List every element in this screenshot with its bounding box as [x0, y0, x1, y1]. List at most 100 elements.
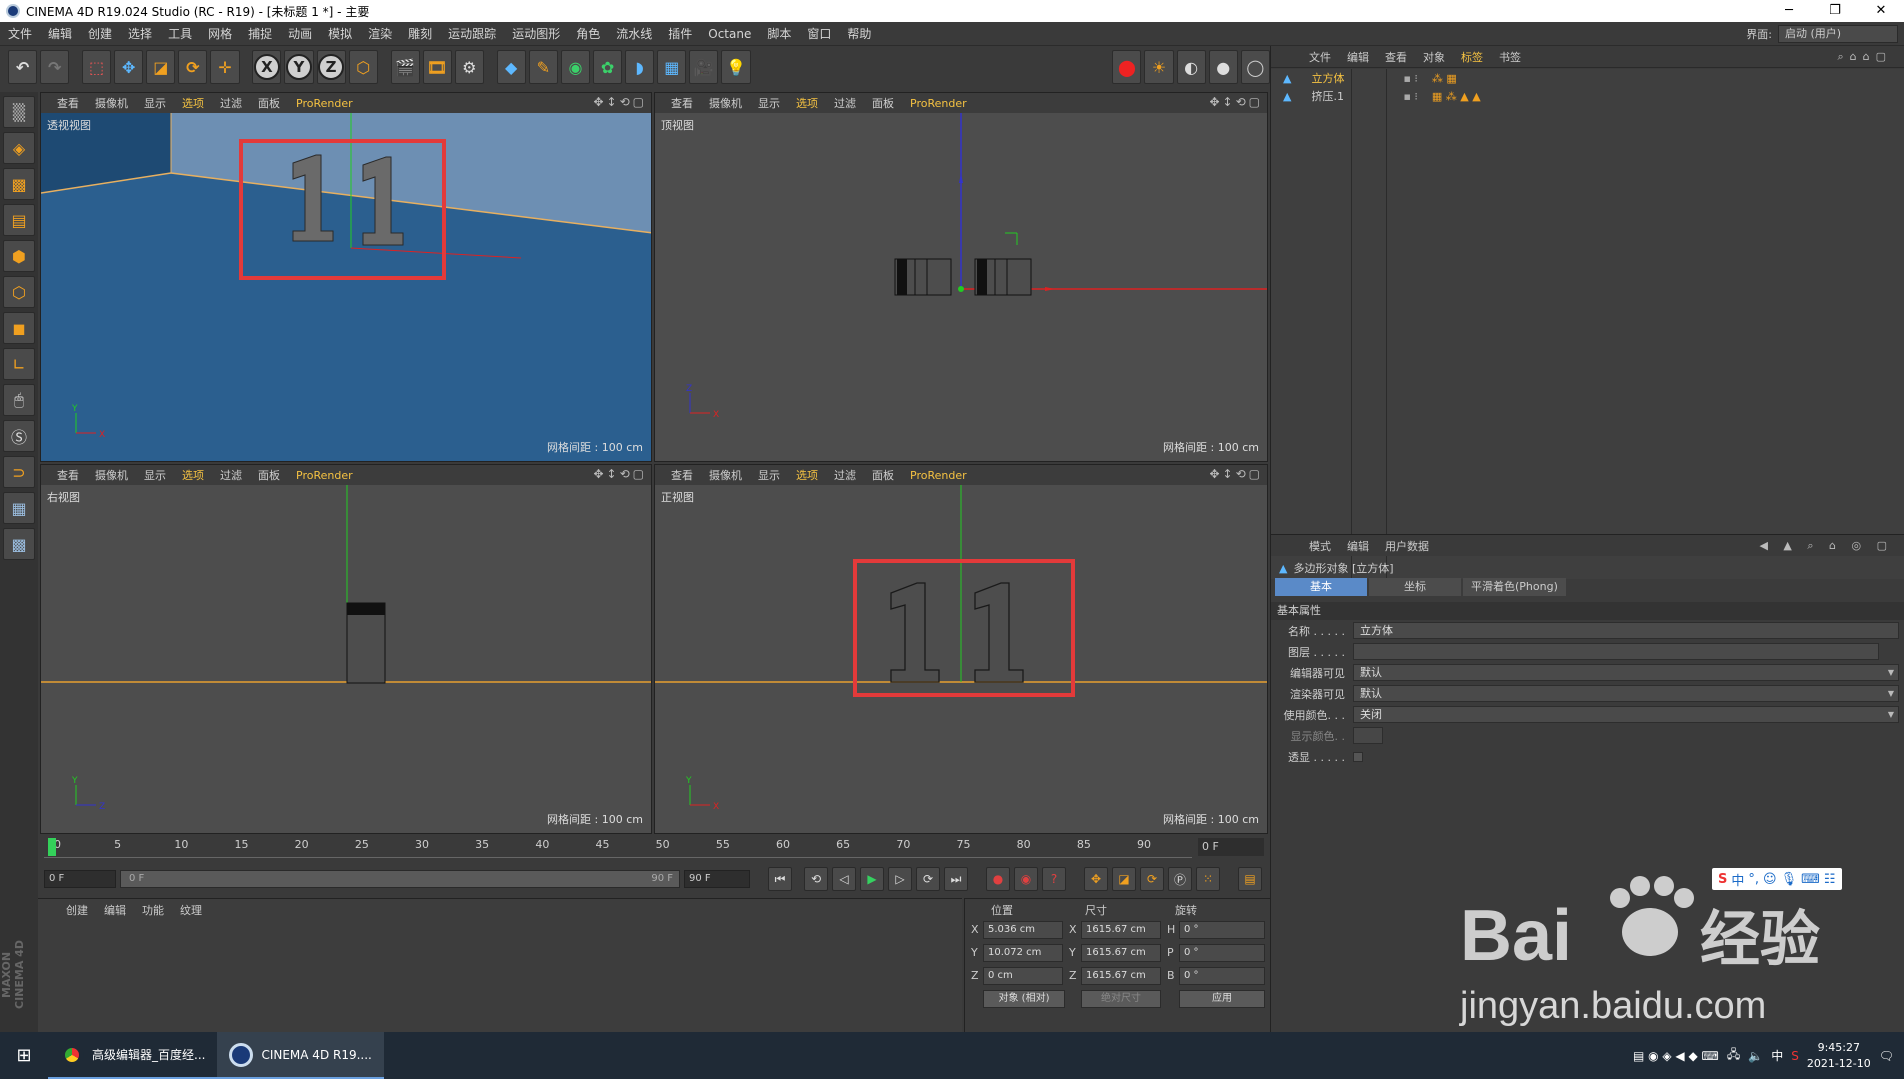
prev-key-icon[interactable]: ⟲: [804, 867, 828, 891]
frame-range-slider[interactable]: 0 F 90 F: [120, 870, 680, 888]
light-icon[interactable]: 💡: [721, 50, 751, 84]
tag-icon[interactable]: ⁂ ▦: [1432, 72, 1457, 85]
keyframe-selection-icon[interactable]: ?: [1042, 867, 1066, 891]
vp-menu-display[interactable]: 显示: [136, 95, 174, 111]
goto-end-icon[interactable]: ⏭: [944, 867, 968, 891]
vp-menu-filter[interactable]: 过滤: [212, 467, 250, 483]
render-picture-viewer-icon[interactable]: 🎞: [422, 50, 452, 84]
tag-icon[interactable]: ▦ ⁂ ▲ ▲: [1432, 90, 1481, 103]
vp-menu-options[interactable]: 选项: [174, 467, 212, 483]
cube-primitive-icon[interactable]: ◆: [496, 50, 526, 84]
viewport-top[interactable]: 查看 摄像机 显示 选项 过滤 面板 ProRender ✥↕⟲▢ Z X 顶视…: [654, 92, 1268, 462]
om-search-icon[interactable]: ⌕⌂⌂▢: [1837, 50, 1892, 64]
rot-b-field[interactable]: 0 °: [1179, 967, 1265, 985]
vp-menu-panel[interactable]: 面板: [864, 467, 902, 483]
volume-icon[interactable]: 🔈: [1748, 1049, 1763, 1063]
menu-octane[interactable]: Octane: [700, 27, 759, 41]
model-mode-icon[interactable]: ◈: [3, 132, 35, 164]
coordinate-system-icon[interactable]: ⬡: [348, 50, 378, 84]
layer-field[interactable]: [1353, 643, 1879, 660]
menu-mograph[interactable]: 运动图形: [504, 25, 568, 42]
menu-file[interactable]: 文件: [0, 25, 40, 42]
texture-mode-icon[interactable]: ▩: [3, 168, 35, 200]
visibility-dots-icon[interactable]: ▪ ⁝: [1403, 90, 1417, 103]
z-axis-lock-button[interactable]: Z: [316, 50, 346, 84]
key-scale-icon[interactable]: ◪: [1112, 867, 1136, 891]
record-keys-icon[interactable]: ●: [986, 867, 1010, 891]
use-color-select[interactable]: 关闭: [1353, 706, 1899, 723]
vp-menu-panel[interactable]: 面板: [864, 95, 902, 111]
vp-menu-prorender[interactable]: ProRender: [902, 469, 975, 482]
vp-menu-panel[interactable]: 面板: [250, 95, 288, 111]
ime-punct-icon[interactable]: °,: [1748, 872, 1759, 887]
menu-tools[interactable]: 工具: [160, 25, 200, 42]
viewport-nav-icons[interactable]: ✥↕⟲▢: [593, 95, 647, 109]
vp-menu-view[interactable]: 查看: [49, 95, 87, 111]
make-editable-icon[interactable]: ▒: [3, 96, 35, 128]
vp-menu-filter[interactable]: 过滤: [212, 95, 250, 111]
undo-icon[interactable]: ↶: [8, 50, 38, 84]
om-menu-file[interactable]: 文件: [1301, 49, 1339, 65]
vp-menu-options[interactable]: 选项: [788, 467, 826, 483]
vp-menu-display[interactable]: 显示: [136, 467, 174, 483]
visibility-dots-icon[interactable]: ▪ ⁝: [1403, 72, 1417, 85]
apply-button[interactable]: 应用: [1179, 990, 1265, 1008]
menu-render[interactable]: 渲染: [360, 25, 400, 42]
workplane-mode-icon[interactable]: ▤: [3, 204, 35, 236]
ime-mic-icon[interactable]: 🎙: [1781, 872, 1798, 887]
menu-plugins[interactable]: 插件: [660, 25, 700, 42]
tab-phong[interactable]: 平滑着色(Phong): [1463, 578, 1566, 596]
subdivision-surface-icon[interactable]: ◉: [560, 50, 590, 84]
ime-emoji-icon[interactable]: ☺: [1763, 872, 1777, 887]
transform-icon[interactable]: ✛: [210, 50, 240, 84]
y-axis-lock-button[interactable]: Y: [284, 50, 314, 84]
points-mode-icon[interactable]: ⬢: [3, 240, 35, 272]
attr-menu-userdata[interactable]: 用户数据: [1377, 538, 1437, 554]
ime-toolbar[interactable]: S 中 °, ☺ 🎙 ⌨ ☷: [1712, 868, 1842, 890]
menu-character[interactable]: 角色: [568, 25, 608, 42]
object-row-extrude[interactable]: ▲ 挤压.1 ▪ ⁝ ▦ ⁂ ▲ ▲: [1271, 87, 1904, 105]
menu-animate[interactable]: 动画: [280, 25, 320, 42]
editor-visible-select[interactable]: 默认: [1353, 664, 1899, 681]
rotate-icon[interactable]: ⟳: [178, 50, 208, 84]
next-key-icon[interactable]: ⟳: [916, 867, 940, 891]
tab-coord[interactable]: 坐标: [1369, 578, 1461, 596]
menu-help[interactable]: 帮助: [839, 25, 879, 42]
viewport-right[interactable]: 查看 摄像机 显示 选项 过滤 面板 ProRender ✥↕⟲▢ Y Z 右视…: [40, 464, 652, 834]
octane-hdri-icon[interactable]: ◯: [1240, 50, 1270, 84]
key-pla-icon[interactable]: ⁙: [1196, 867, 1220, 891]
pen-spline-icon[interactable]: ✎: [528, 50, 558, 84]
rot-h-field[interactable]: 0 °: [1179, 921, 1265, 939]
restore-button[interactable]: ❐: [1812, 0, 1858, 22]
object-row-cube[interactable]: ▲ 立方体 ▪ ⁝ ⁂ ▦: [1271, 69, 1904, 87]
camera-icon[interactable]: 🎥: [689, 50, 719, 84]
locked-workplane-icon[interactable]: ▩: [3, 528, 35, 560]
taskbar-cinema4d[interactable]: CINEMA 4D R19....: [217, 1032, 384, 1079]
menu-script[interactable]: 脚本: [759, 25, 799, 42]
vp-menu-cameras[interactable]: 摄像机: [87, 95, 136, 111]
timeline-settings-icon[interactable]: ▤: [1238, 867, 1262, 891]
viewport-front[interactable]: 查看 摄像机 显示 选项 过滤 面板 ProRender ✥↕⟲▢ Y X 正视…: [654, 464, 1268, 834]
display-color-swatch[interactable]: [1353, 727, 1383, 744]
notification-icon[interactable]: 🗨: [1879, 1049, 1894, 1063]
vp-menu-prorender[interactable]: ProRender: [288, 97, 361, 110]
render-settings-icon[interactable]: ⚙: [454, 50, 484, 84]
tray-ime-language[interactable]: 中: [1771, 1047, 1783, 1064]
name-field[interactable]: 立方体: [1353, 622, 1899, 639]
render-view-icon[interactable]: 🎬: [390, 50, 420, 84]
vp-menu-prorender[interactable]: ProRender: [902, 97, 975, 110]
size-z-field[interactable]: 1615.67 cm: [1081, 967, 1161, 985]
menu-mesh[interactable]: 网格: [200, 25, 240, 42]
menu-create[interactable]: 创建: [80, 25, 120, 42]
mat-menu-create[interactable]: 创建: [58, 902, 96, 918]
viewport-nav-icons[interactable]: ✥↕⟲▢: [1209, 467, 1263, 481]
coord-mode-select[interactable]: 对象 (相对): [983, 990, 1065, 1008]
ime-keyboard-icon[interactable]: ⌨: [1801, 872, 1820, 887]
key-position-icon[interactable]: ✥: [1084, 867, 1108, 891]
end-frame-field[interactable]: 90 F: [684, 870, 750, 888]
close-button[interactable]: ✕: [1858, 0, 1904, 22]
auto-key-icon[interactable]: ◉: [1014, 867, 1038, 891]
rot-p-field[interactable]: 0 °: [1179, 944, 1265, 962]
goto-start-icon[interactable]: ⏮: [768, 867, 792, 891]
octane-live-viewer-icon[interactable]: ⬤: [1112, 50, 1142, 84]
